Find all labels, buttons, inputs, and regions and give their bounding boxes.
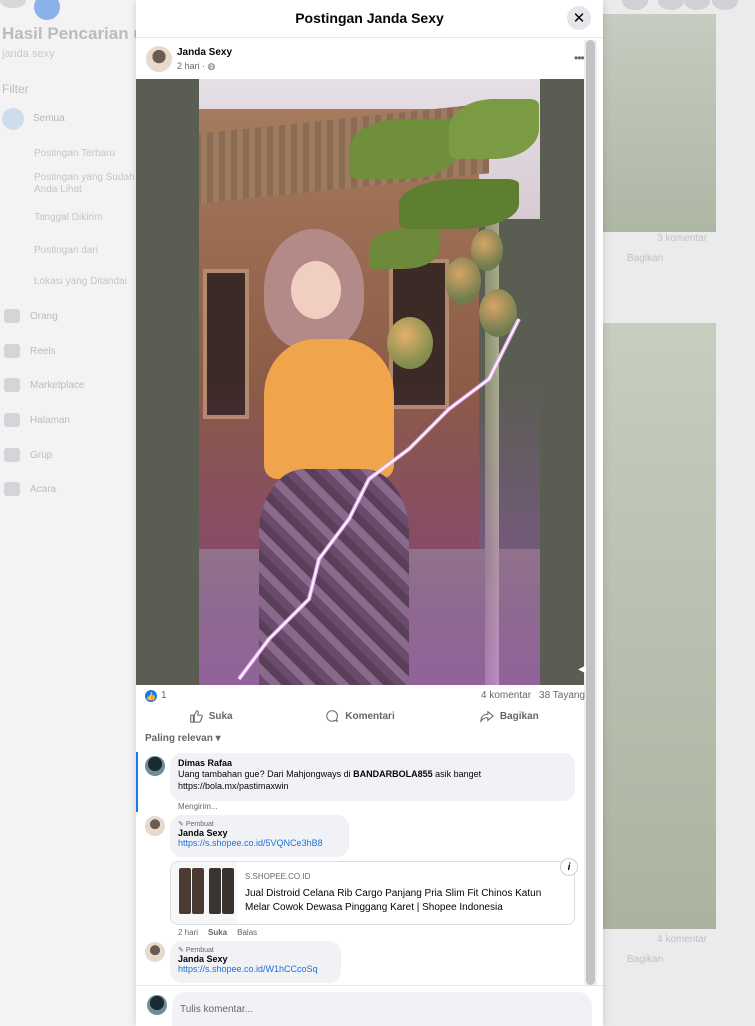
background-right-panel: 3 komentar Bagikan 4 komentar Bagikan bbox=[600, 0, 755, 1026]
comment-text: Uang tambahan gue? Dari Mahjongways di B… bbox=[178, 769, 482, 779]
close-button[interactable]: ✕ bbox=[567, 6, 591, 30]
flag-icon bbox=[4, 413, 20, 427]
comment-count[interactable]: 4 komentar bbox=[481, 690, 531, 701]
share-button[interactable]: Bagikan bbox=[435, 704, 584, 728]
commenter-name[interactable]: Janda Sexy bbox=[178, 828, 341, 838]
comment-time[interactable]: 2 hari bbox=[178, 928, 198, 937]
facebook-logo-icon bbox=[34, 0, 60, 20]
background-video-thumbnail bbox=[600, 14, 716, 232]
post-stats: 4 komentar 38 Tayang bbox=[481, 690, 585, 701]
marketplace-icon bbox=[4, 378, 20, 392]
commenter-avatar[interactable] bbox=[145, 942, 165, 962]
commenter-name[interactable]: Janda Sexy bbox=[178, 954, 333, 964]
more-options-icon[interactable]: ••• bbox=[574, 51, 585, 65]
scrollbar-thumb[interactable] bbox=[586, 40, 595, 985]
comment-link[interactable]: https://s.shopee.co.id/5VQNCe3hB8 bbox=[178, 838, 341, 848]
search-results-title: Hasil Pencarian ur bbox=[2, 24, 151, 43]
background-comment-count-2: 4 komentar bbox=[657, 934, 708, 945]
apps-icon bbox=[622, 0, 648, 10]
commenter-avatar[interactable] bbox=[145, 756, 165, 776]
reaction-count[interactable]: 1 bbox=[161, 690, 167, 701]
current-user-avatar[interactable] bbox=[147, 995, 167, 1015]
comment-text-line-2: https://bola.mx/pastimaxwin bbox=[178, 781, 289, 791]
reels-icon bbox=[4, 344, 20, 358]
notifications-icon bbox=[684, 0, 710, 10]
groups-icon bbox=[4, 448, 20, 462]
filter-heading: Filter bbox=[2, 82, 29, 96]
post-author-name[interactable]: Janda Sexy bbox=[177, 47, 232, 58]
search-query: janda sexy bbox=[2, 48, 55, 60]
dialog-scrollbar[interactable] bbox=[584, 40, 597, 985]
menu-icon bbox=[0, 0, 26, 8]
all-filter-icon bbox=[2, 108, 24, 130]
link-preview-domain: S.SHOPEE.CO.ID bbox=[245, 872, 311, 881]
background-comment-count: 3 komentar bbox=[657, 233, 708, 244]
thumbs-up-icon bbox=[189, 710, 203, 723]
filter-seen-posts[interactable]: Postingan yang Sudah Anda Lihat bbox=[34, 172, 138, 196]
close-icon: ✕ bbox=[572, 10, 586, 27]
category-people[interactable]: Orang bbox=[4, 309, 58, 323]
author-badge: ✎ Pembuat bbox=[178, 821, 214, 828]
category-marketplace[interactable]: Marketplace bbox=[4, 378, 84, 392]
comment-button[interactable]: Komentari bbox=[285, 704, 434, 728]
comment-bubble: ✎ Pembuat Janda Sexy https://s.shopee.co… bbox=[170, 941, 341, 983]
comment-sort-dropdown[interactable]: Paling relevan ▾ bbox=[145, 733, 221, 744]
dialog-header: Postingan Janda Sexy ✕ bbox=[136, 0, 603, 38]
filter-recent-posts[interactable]: Postingan Terbaru bbox=[34, 148, 138, 160]
post-timestamp[interactable]: 2 hari · ◍ bbox=[177, 61, 215, 72]
comment-reply-button[interactable]: Balas bbox=[237, 928, 257, 937]
globe-icon: ◍ bbox=[207, 61, 216, 71]
filter-all[interactable]: Semua bbox=[33, 113, 137, 125]
comment-bubble: ✎ Pembuat Janda Sexy https://s.shopee.co… bbox=[170, 815, 349, 857]
category-pages[interactable]: Halaman bbox=[4, 413, 70, 427]
filter-posted-by[interactable]: Postingan dari bbox=[34, 245, 138, 257]
post-video[interactable] bbox=[136, 79, 584, 685]
post-actions: Suka Komentari Bagikan bbox=[136, 704, 584, 728]
link-preview-image bbox=[171, 862, 237, 924]
info-icon[interactable]: i bbox=[560, 858, 578, 876]
comment-link[interactable]: https://s.shopee.co.id/W1hCCcoSq bbox=[178, 964, 333, 974]
comment-status: Mengirim... bbox=[178, 802, 218, 811]
comment-bubble: Dimas Rafaa Uang tambahan gue? Dari Mahj… bbox=[170, 753, 575, 801]
like-reaction-icon[interactable]: 👍 bbox=[145, 690, 157, 702]
comment-like-button[interactable]: Suka bbox=[208, 928, 227, 937]
caret-down-icon: ▾ bbox=[215, 733, 221, 744]
commenter-avatar[interactable] bbox=[145, 816, 165, 836]
share-icon bbox=[480, 710, 494, 723]
background-share-label: Bagikan bbox=[627, 253, 664, 264]
account-avatar bbox=[712, 0, 738, 10]
category-events[interactable]: Acara bbox=[4, 482, 56, 496]
pencil-icon: ✎ bbox=[178, 947, 184, 954]
filter-tagged-location[interactable]: Lokasi yang Ditandai bbox=[34, 276, 138, 288]
view-count: 38 Tayang bbox=[539, 690, 585, 701]
author-badge: ✎ Pembuat bbox=[178, 947, 214, 954]
comment-meta: 2 hari Suka Balas bbox=[178, 928, 267, 937]
background-share-label-2: Bagikan bbox=[627, 954, 664, 965]
pencil-icon: ✎ bbox=[178, 821, 184, 828]
like-button[interactable]: Suka bbox=[136, 704, 285, 728]
post-author-avatar[interactable] bbox=[146, 46, 172, 72]
people-icon bbox=[4, 309, 20, 323]
comment-input[interactable] bbox=[172, 992, 592, 1026]
dialog-title: Postingan Janda Sexy bbox=[295, 10, 444, 26]
video-frame bbox=[199, 79, 540, 685]
background-left-panel: Hasil Pencarian ur janda sexy Filter Sem… bbox=[0, 0, 150, 1026]
filter-date-posted[interactable]: Tanggal Dikirim bbox=[34, 212, 138, 224]
comment-icon bbox=[326, 710, 339, 723]
calendar-icon bbox=[4, 482, 20, 496]
category-reels[interactable]: Reels bbox=[4, 344, 56, 358]
pending-indicator bbox=[136, 752, 138, 812]
background-post-thumbnail bbox=[600, 323, 716, 929]
volume-icon[interactable]: ◀ bbox=[578, 664, 586, 675]
link-preview-card[interactable]: S.SHOPEE.CO.ID Jual Distroid Celana Rib … bbox=[170, 861, 575, 925]
commenter-name[interactable]: Dimas Rafaa bbox=[178, 758, 567, 768]
link-preview-title: Jual Distroid Celana Rib Cargo Panjang P… bbox=[245, 888, 542, 913]
messenger-icon bbox=[658, 0, 684, 10]
category-groups[interactable]: Grup bbox=[4, 448, 52, 462]
